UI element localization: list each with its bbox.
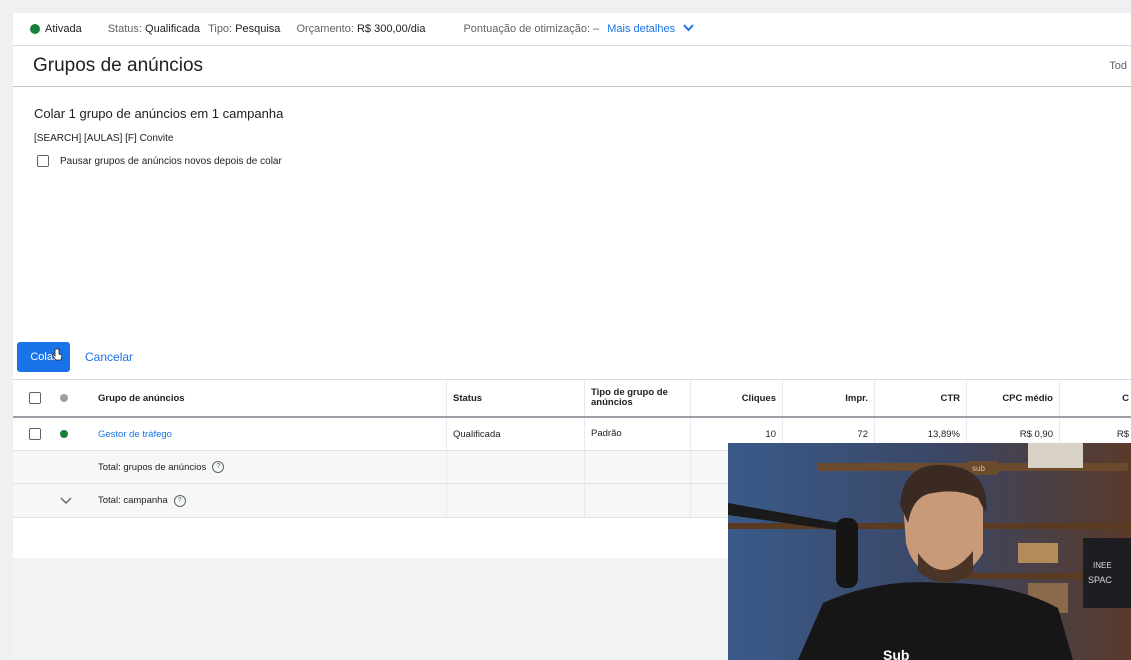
svg-text:INEE: INEE bbox=[1093, 561, 1112, 570]
budget-info: Orçamento: R$ 300,00/dia bbox=[296, 23, 426, 35]
paste-panel-title: Colar 1 grupo de anúncios em 1 campanha bbox=[34, 106, 284, 121]
help-icon[interactable]: ? bbox=[212, 461, 225, 473]
pause-option-label: Pausar grupos de anúncios novos depois d… bbox=[60, 155, 282, 167]
svg-text:Sub: Sub bbox=[883, 647, 909, 660]
webcam-scene-image: INEE SPAC sub Sub bbox=[728, 443, 1131, 660]
total-campaign-lead bbox=[13, 484, 93, 517]
target-campaign-name: [SEARCH] [AULAS] [F] Convite bbox=[34, 133, 174, 144]
col-status[interactable]: Status bbox=[447, 380, 585, 416]
webcam-overlay: INEE SPAC sub Sub bbox=[728, 443, 1131, 660]
row-checkbox[interactable] bbox=[29, 428, 41, 440]
svg-text:sub: sub bbox=[972, 464, 985, 473]
svg-text:SPAC: SPAC bbox=[1088, 575, 1112, 585]
enabled-status-dot bbox=[30, 24, 40, 34]
campaign-status-bar: Ativada Status: Qualificada Tipo: Pesqui… bbox=[13, 13, 1131, 46]
chevron-down-icon[interactable] bbox=[60, 494, 72, 508]
total-ad-groups-cell: Total: grupos de anúncios ? bbox=[93, 451, 447, 483]
total-ad-groups-label: Total: grupos de anúncios bbox=[98, 461, 207, 473]
help-icon[interactable]: ? bbox=[173, 494, 186, 507]
page-title: Grupos de anúncios bbox=[33, 55, 204, 76]
total-campaign-label: Total: campanha bbox=[98, 495, 168, 506]
col-impressions[interactable]: Impr. bbox=[783, 380, 875, 416]
type-info: Tipo: Pesquisa bbox=[208, 23, 281, 35]
total-status-cell bbox=[447, 451, 585, 483]
header-right-text[interactable]: Tod bbox=[1109, 60, 1127, 72]
cancel-button[interactable]: Cancelar bbox=[85, 350, 133, 364]
total-type-cell bbox=[585, 451, 691, 483]
enabled-label: Ativada bbox=[45, 23, 82, 35]
col-ctr[interactable]: CTR bbox=[875, 380, 967, 416]
enabled-status-dot[interactable] bbox=[60, 430, 68, 438]
page-header: Grupos de anúncios Tod bbox=[13, 46, 1131, 87]
pause-option[interactable]: Pausar grupos de anúncios novos depois d… bbox=[37, 155, 282, 167]
select-all-checkbox[interactable] bbox=[29, 392, 41, 404]
col-ad-group-type[interactable]: Tipo de grupo de anúncios bbox=[585, 380, 691, 416]
total-row-lead bbox=[13, 451, 93, 483]
hand-cursor-icon bbox=[51, 348, 63, 365]
col-extra[interactable]: C bbox=[1060, 380, 1131, 416]
col-ad-group[interactable]: Grupo de anúncios bbox=[93, 380, 447, 416]
status-info: Status: Qualificada bbox=[107, 23, 201, 35]
row-type: Padrão bbox=[585, 418, 691, 450]
optimization-score: Pontuação de otimização: – bbox=[463, 23, 600, 35]
table-header-row: Grupo de anúncios Status Tipo de grupo d… bbox=[13, 380, 1131, 418]
row-select-cell bbox=[13, 418, 93, 450]
row-status: Qualificada bbox=[447, 418, 585, 450]
paste-panel: Colar 1 grupo de anúncios em 1 campanha … bbox=[13, 87, 1131, 379]
header-select-cell bbox=[13, 380, 93, 416]
total-campaign-cell: Total: campanha ? bbox=[93, 484, 447, 517]
pause-checkbox[interactable] bbox=[37, 155, 49, 167]
total-campaign-type-cell bbox=[585, 484, 691, 517]
status-filter-dot[interactable] bbox=[60, 394, 68, 402]
total-campaign-status-cell bbox=[447, 484, 585, 517]
more-details-link[interactable]: Mais detalhes bbox=[607, 23, 675, 35]
col-clicks[interactable]: Cliques bbox=[691, 380, 783, 416]
ad-group-name-link[interactable]: Gestor de tráfego bbox=[93, 418, 447, 450]
col-avg-cpc[interactable]: CPC médio bbox=[967, 380, 1060, 416]
chevron-down-icon[interactable] bbox=[683, 23, 694, 35]
